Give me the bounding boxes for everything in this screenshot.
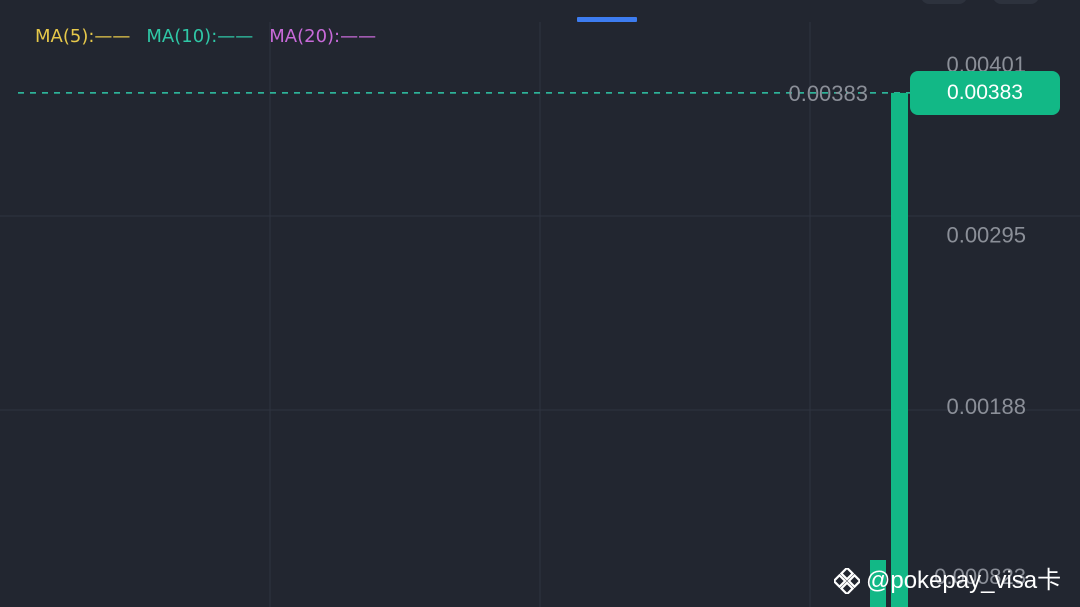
binance-logo-icon bbox=[834, 568, 860, 594]
ma-legend: MA(5):—— MA(10):—— MA(20):—— bbox=[35, 26, 376, 48]
y-axis-tick: 0.00188 bbox=[946, 394, 1026, 419]
chart-screen: 0.00401 0.00295 0.00188 0.000823 0.00383… bbox=[0, 0, 1080, 607]
current-price-badge[interactable]: 0.00383 bbox=[910, 71, 1060, 115]
ma5-legend: MA(5):—— bbox=[35, 26, 131, 47]
ma10-legend: MA(10):—— bbox=[146, 26, 254, 47]
candle-body[interactable] bbox=[891, 92, 908, 607]
ma20-legend: MA(20):—— bbox=[269, 26, 377, 47]
y-axis-tick: 0.00295 bbox=[946, 222, 1026, 247]
current-price-line-label: 0.00383 bbox=[788, 81, 868, 106]
watermark: @pokepay_visa卡 bbox=[834, 566, 1061, 596]
watermark-text: @pokepay_visa卡 bbox=[866, 567, 1062, 594]
